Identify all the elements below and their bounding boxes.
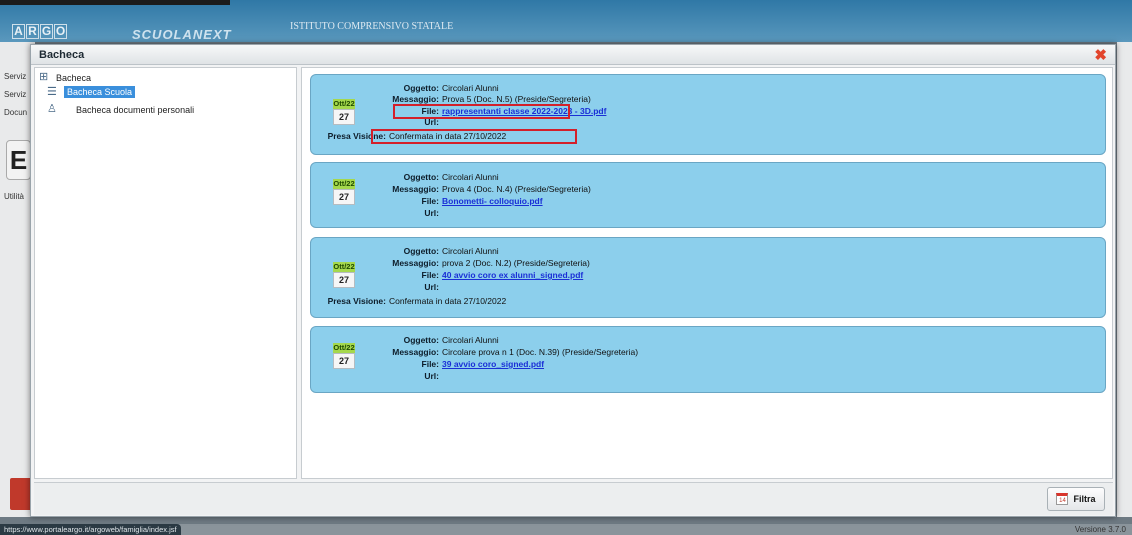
row-messaggio: Messaggio: Prova 4 (Doc. N.4) (Preside/Se… [392,184,591,194]
bacheca-list: Ott/22 27 Oggetto: Circolari Alunni Messa… [301,67,1113,479]
bacheca-card[interactable]: Ott/22 27 Oggetto: Circolari Alunni Messa… [310,237,1106,318]
row-oggetto: Oggetto: Circolari Alunni [403,83,499,93]
bacheca-card[interactable]: Ott/22 27 Oggetto: Circolari Alunni Messa… [310,74,1106,155]
dialog-footer: 14 Filtra [34,482,1113,515]
row-messaggio: Messaggio: Circolare prova n 1 (Doc. N.39… [392,347,639,357]
logo-letter: A [12,24,25,39]
logo-letter: O [54,24,67,39]
tree-item-documenti-personali[interactable]: ♙ Bacheca documenti personali [47,104,194,115]
bg-menu-item[interactable]: Utilità [4,192,24,201]
bg-red-button[interactable] [10,478,32,510]
filtra-button[interactable]: 14 Filtra [1047,487,1105,511]
status-url: https://www.portaleargo.it/argoweb/famig… [0,524,181,535]
school-name: ISTITUTO COMPRENSIVO STATALE [290,21,454,32]
bacheca-tree: ⊞ Bacheca ☰ Bacheca Scuola ♙ Bacheca doc… [34,67,297,479]
dialog-title: Bacheca [39,49,85,61]
row-file: File: 40 avvio coro ex alunni_signed.pdf [421,270,584,280]
file-link[interactable]: 40 avvio coro ex alunni_signed.pdf [442,270,583,280]
file-link[interactable]: 39 avvio coro_signed.pdf [442,359,544,369]
file-link[interactable]: Bonometti- colloquio.pdf [442,196,543,206]
bg-menu-item[interactable]: Serviz [4,72,26,81]
tree-item-bacheca-scuola[interactable]: ☰ Bacheca Scuola [47,85,136,98]
highlight-box-presa-visione [371,129,577,144]
background-right-panel [1117,42,1132,517]
tree-item-label: Bacheca Scuola [64,86,136,98]
grid-icon: ⊞ [39,71,49,83]
bg-menu-item[interactable]: Serviz [4,90,26,99]
tree-root-bacheca[interactable]: ⊞ Bacheca [39,72,91,83]
browser-top-strip [0,0,230,5]
dialog-titlebar: Bacheca ✖ [31,45,1115,65]
version-label: Versione 3.7.0 [1074,525,1126,534]
user-doc-icon: ♙ [47,103,57,115]
bacheca-card[interactable]: Ott/22 27 Oggetto: Circolari Alunni Messa… [310,326,1106,393]
bg-menu-item[interactable]: Docun [4,108,27,117]
close-icon[interactable]: ✖ [1094,46,1107,64]
logo-letter: R [26,24,39,39]
row-oggetto: Oggetto: Circolari Alunni [403,335,499,345]
row-url: Url: [424,371,439,381]
tree-root-label: Bacheca [56,72,92,83]
bg-tile[interactable]: E [6,140,31,180]
row-url: Url: [424,208,439,218]
highlight-box-file [393,104,570,119]
row-file: File: Bonometti- colloquio.pdf [421,196,543,206]
row-oggetto: Oggetto: Circolari Alunni [403,172,499,182]
row-file: File: 39 avvio coro_signed.pdf [421,359,545,369]
board-icon: ☰ [47,85,57,98]
logo-letter: G [40,24,53,39]
row-presa-visione: Presa Visione: Confermata in data 27/10/2… [327,296,507,306]
brand-name: SCUOLANEXT [132,27,232,42]
argo-logo: A R G O [12,24,67,39]
row-url: Url: [424,282,439,292]
filtra-label: Filtra [1073,494,1096,504]
bacheca-card[interactable]: Ott/22 27 Oggetto: Circolari Alunni Messa… [310,162,1106,228]
calendar-icon: 14 [1056,493,1069,505]
row-oggetto: Oggetto: Circolari Alunni [403,246,499,256]
tree-item-label: Bacheca documenti personali [76,104,195,115]
bacheca-dialog: Bacheca ✖ ⊞ Bacheca ☰ Bacheca Scuola ♙ B… [30,44,1116,517]
row-messaggio: Messaggio: Prova 5 (Doc. N.5) (Preside/Se… [392,94,591,104]
row-messaggio: Messaggio: prova 2 (Doc. N.2) (Preside/Se… [392,258,590,268]
